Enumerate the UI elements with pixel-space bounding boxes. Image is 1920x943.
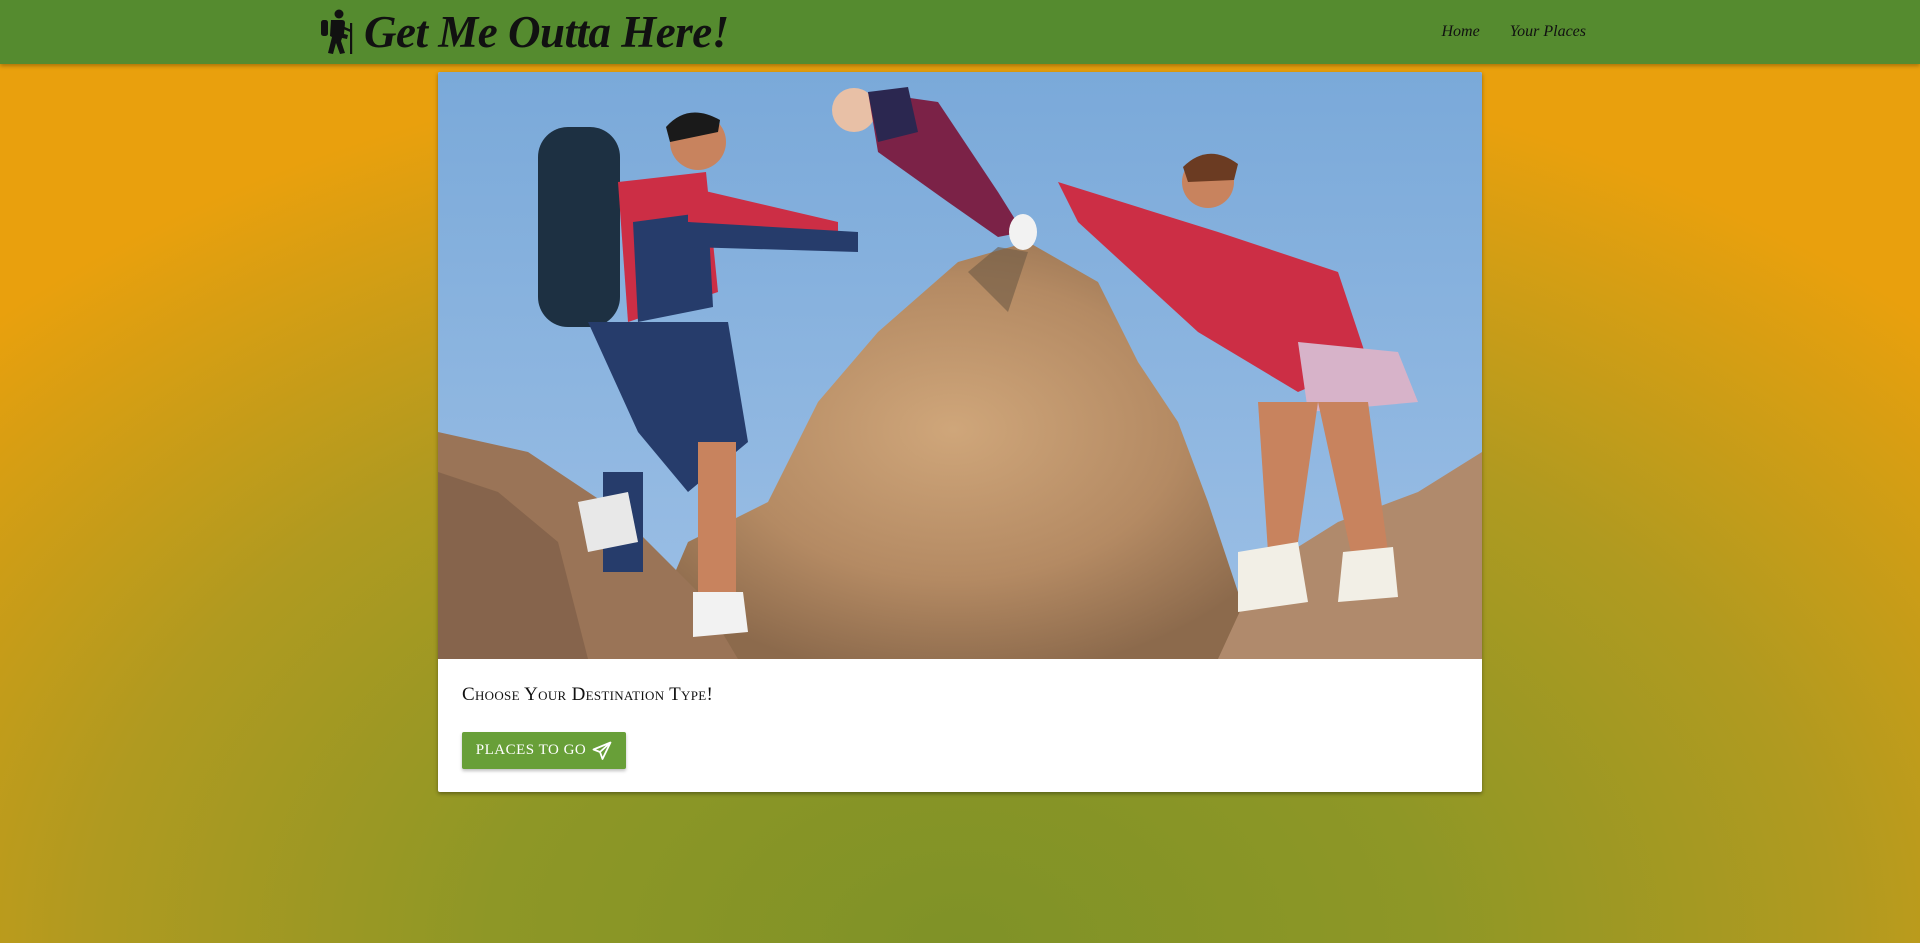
nav-home-link[interactable]: Home [1441, 23, 1479, 41]
brand-title: Get Me Outta Here! [364, 6, 729, 57]
hero-card: Choose Your Destination Type! PLACES TO … [438, 72, 1482, 792]
hiking-icon [321, 9, 353, 54]
family-hiking-photo [438, 72, 1482, 659]
paper-plane-icon [592, 741, 612, 760]
places-to-go-button[interactable]: PLACES TO GO [462, 732, 626, 769]
brand-link[interactable]: Get Me Outta Here! [318, 6, 729, 58]
top-navbar: Get Me Outta Here! Home Your Places [0, 0, 1920, 64]
nav-your-places-link[interactable]: Your Places [1510, 23, 1586, 41]
places-to-go-label: PLACES TO GO [475, 742, 587, 758]
nav-links: Home Your Places [1441, 0, 1586, 64]
card-title: Choose Your Destination Type! [462, 684, 714, 705]
